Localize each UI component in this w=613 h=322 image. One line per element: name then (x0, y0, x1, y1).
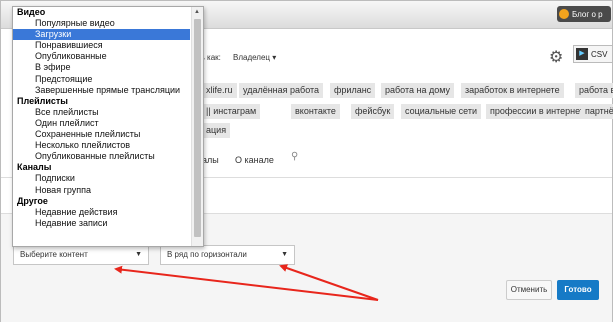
csv-label: CSV (591, 49, 608, 59)
window: Блог о р ть как: Владелец ▾ ⚙ ▶ CSV xlif… (0, 0, 613, 322)
dropdown-option[interactable]: Загрузки (13, 29, 190, 41)
dropdown-group-label: Каналы (17, 162, 52, 173)
dropdown-option[interactable]: Один плейлист (13, 118, 190, 129)
dropdown-option[interactable]: Сохраненные плейлисты (13, 129, 190, 140)
blog-tab-label: Блог о р (572, 9, 603, 19)
tag-chip[interactable]: партнё (581, 104, 613, 119)
dropdown-arrow-icon: ▼ (135, 251, 142, 258)
dropdown-option[interactable]: Подписки (13, 173, 190, 184)
dropdown-scrollbar[interactable]: ▲ (191, 7, 203, 246)
layout-select[interactable]: В ряд по горизонтали ▼ (160, 245, 295, 265)
tag-chip[interactable]: удалённая работа (239, 83, 324, 98)
tag-chip[interactable]: xlife.ru (202, 83, 237, 98)
gear-icon[interactable]: ⚙ (549, 47, 563, 67)
dropdown-option[interactable]: Опубликованные плейлисты (13, 151, 190, 162)
dropdown-options: Видео Популярные видео Загрузки Понравившие… (13, 7, 190, 229)
tab-about[interactable]: О канале (235, 155, 274, 165)
blog-logo-icon (559, 9, 569, 19)
dropdown-option[interactable]: Все плейлисты (13, 107, 190, 118)
tab-channels[interactable]: алы (202, 155, 219, 165)
tag-chip[interactable]: работа на дому (381, 83, 455, 98)
tag-chip[interactable]: || инстаграм (202, 104, 261, 119)
dropdown-option[interactable]: Недавние записи (13, 218, 190, 229)
csv-button[interactable]: ▶ CSV (573, 45, 613, 63)
blog-tab[interactable]: Блог о р (557, 6, 611, 22)
search-icon[interactable]: ⚲ (291, 151, 298, 162)
tag-chip[interactable]: ация (202, 123, 231, 138)
content-type-select[interactable]: Выберите контент ▼ (13, 245, 149, 265)
dropdown-group-label: Плейлисты (17, 95, 68, 106)
tag-chip[interactable]: социальные сети (401, 104, 482, 119)
scroll-up-icon[interactable]: ▲ (194, 9, 200, 15)
content-type-dropdown-list[interactable]: Видео Популярные видео Загрузки Понравившие… (12, 6, 204, 247)
tag-chip[interactable]: работа в (575, 83, 613, 98)
tag-chip[interactable]: фриланс (330, 83, 376, 98)
dropdown-option[interactable]: Недавние действия (13, 207, 190, 218)
sort-owner-value: Владелец (233, 53, 271, 62)
dropdown-group-label: Другое (17, 195, 48, 206)
dropdown-option[interactable]: Завершенные прямые трансляции (13, 85, 190, 96)
content-type-value: Выберите контент (20, 250, 88, 259)
csv-file-icon: ▶ (576, 48, 588, 60)
dropdown-option[interactable]: Популярные видео (13, 18, 190, 29)
tag-chip[interactable]: заработок в интернете (461, 83, 564, 98)
dropdown-option[interactable]: Несколько плейлистов (13, 140, 190, 151)
dropdown-option[interactable]: Предстоящие (13, 74, 190, 85)
tag-chip[interactable]: фейсбук (351, 104, 395, 119)
dropdown-option[interactable]: Новая группа (13, 185, 190, 196)
dropdown-option[interactable]: Опубликованные (13, 51, 190, 62)
tag-chip[interactable]: вконтакте (291, 104, 340, 119)
dropdown-group-label: Видео (17, 7, 46, 17)
sort-owner-select[interactable]: Владелец ▾ (233, 53, 276, 62)
done-button[interactable]: Готово (557, 280, 599, 300)
dropdown-option[interactable]: Понравившиеся (13, 40, 190, 51)
scroll-thumb[interactable] (194, 19, 201, 237)
tag-chip[interactable]: профессии в интернете (486, 104, 593, 119)
dropdown-arrow-icon: ▼ (281, 251, 288, 258)
layout-value: В ряд по горизонтали (167, 250, 247, 259)
cancel-button[interactable]: Отменить (506, 280, 552, 300)
dropdown-option[interactable]: В эфире (13, 62, 190, 73)
tag-chip-label: инстаграм (213, 106, 257, 116)
